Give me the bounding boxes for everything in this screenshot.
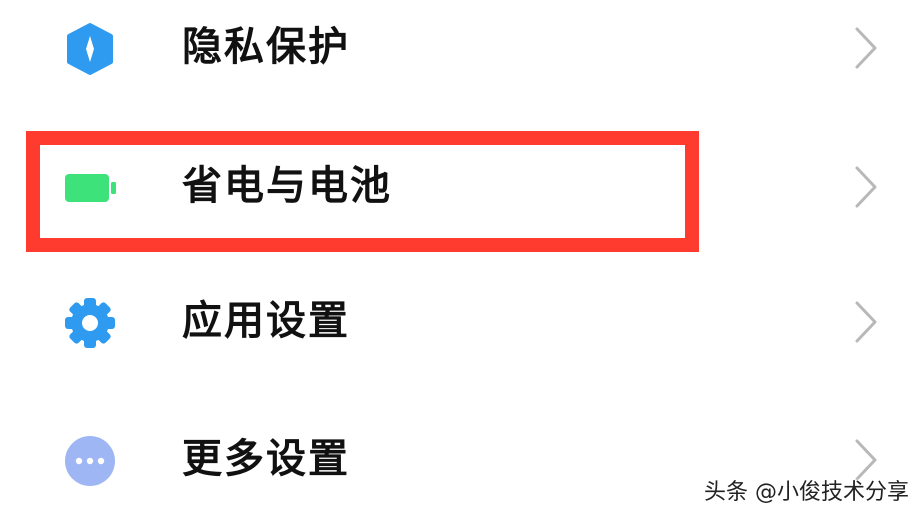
settings-item-label: 隐私保护 bbox=[182, 24, 350, 70]
settings-list: 隐私保护 省电与电池 应用设置 更多设置 bbox=[0, 0, 923, 518]
chevron-right-icon bbox=[853, 164, 879, 210]
battery-icon bbox=[63, 161, 117, 215]
chevron-right-icon bbox=[853, 299, 879, 345]
shield-icon bbox=[63, 22, 117, 76]
settings-item-privacy[interactable]: 隐私保护 bbox=[0, 0, 923, 102]
chevron-right-icon bbox=[853, 25, 879, 71]
gear-icon bbox=[63, 296, 117, 350]
settings-item-label: 更多设置 bbox=[182, 436, 350, 482]
settings-item-app-settings[interactable]: 应用设置 bbox=[0, 266, 923, 376]
watermark: 头条 @小俊技术分享 bbox=[704, 480, 909, 505]
more-dots-icon bbox=[63, 434, 117, 488]
settings-item-label: 省电与电池 bbox=[182, 163, 392, 209]
settings-item-label: 应用设置 bbox=[182, 298, 350, 344]
settings-item-battery[interactable]: 省电与电池 bbox=[0, 131, 923, 241]
